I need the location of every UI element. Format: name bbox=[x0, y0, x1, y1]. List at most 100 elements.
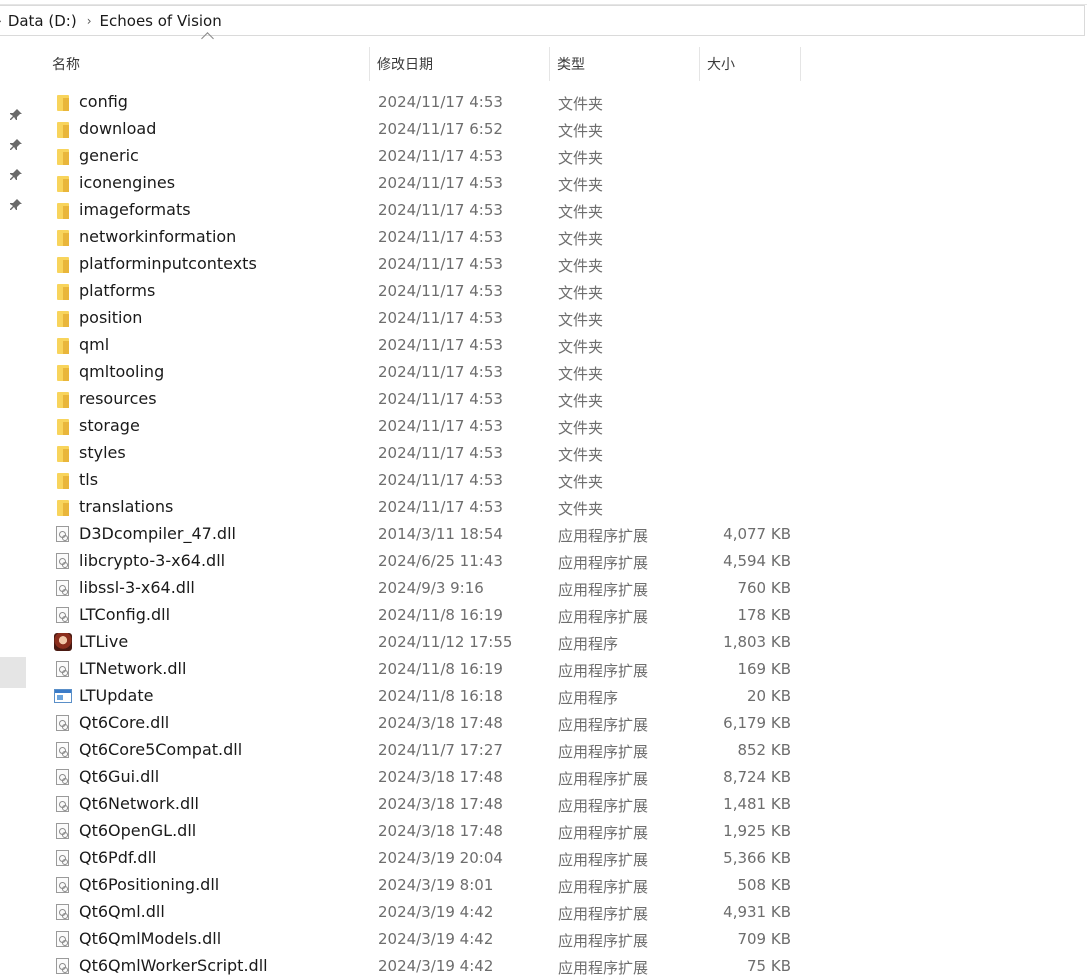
file-row[interactable]: networkinformation 2024/11/17 4:53 文件夹 bbox=[0, 224, 1087, 251]
file-row[interactable]: platforms 2024/11/17 4:53 文件夹 bbox=[0, 278, 1087, 305]
file-size: 8,724 KB bbox=[723, 768, 791, 786]
file-type: 文件夹 bbox=[558, 257, 604, 275]
chevron-right-icon[interactable]: › bbox=[77, 14, 100, 28]
column-header-type-label: 类型 bbox=[557, 57, 585, 73]
column-header-date[interactable]: 修改日期 bbox=[370, 47, 550, 81]
file-row[interactable]: Qt6Gui.dll 2024/3/18 17:48 应用程序扩展 8,724 KB bbox=[0, 764, 1087, 791]
file-row[interactable]: Qt6QmlWorkerScript.dll 2024/3/19 4:42 应用程序… bbox=[0, 953, 1087, 980]
file-row[interactable]: libcrypto-3-x64.dll 2024/6/25 11:43 应用程序扩展… bbox=[0, 548, 1087, 575]
file-row[interactable]: translations 2024/11/17 4:53 文件夹 bbox=[0, 494, 1087, 521]
file-name: platforminputcontexts bbox=[79, 254, 257, 273]
address-bar-breadcrumb[interactable]: › Data (D:) › Echoes of Vision bbox=[0, 5, 1085, 36]
file-type: 应用程序扩展 bbox=[558, 554, 649, 572]
file-name: Qt6Positioning.dll bbox=[79, 875, 220, 894]
file-date: 2024/11/17 4:53 bbox=[378, 174, 503, 192]
file-row[interactable]: Qt6Network.dll 2024/3/18 17:48 应用程序扩展 1,481… bbox=[0, 791, 1087, 818]
file-row[interactable]: LTLive 2024/11/12 17:55 应用程序 1,803 KB bbox=[0, 629, 1087, 656]
file-type: 文件夹 bbox=[558, 284, 604, 302]
file-type: 文件夹 bbox=[558, 95, 604, 113]
file-type: 应用程序扩展 bbox=[558, 878, 649, 896]
folder-icon bbox=[54, 283, 72, 300]
app-window-icon bbox=[54, 688, 72, 705]
dll-file-icon bbox=[54, 823, 72, 840]
dll-file-icon bbox=[54, 931, 72, 948]
file-row[interactable]: generic 2024/11/17 4:53 文件夹 bbox=[0, 143, 1087, 170]
file-size: 1,803 KB bbox=[723, 633, 791, 651]
file-row[interactable]: Qt6Pdf.dll 2024/3/19 20:04 应用程序扩展 5,366 KB bbox=[0, 845, 1087, 872]
file-row[interactable]: Qt6OpenGL.dll 2024/3/18 17:48 应用程序扩展 1,925 … bbox=[0, 818, 1087, 845]
file-name: LTLive bbox=[79, 632, 129, 651]
dll-file-icon bbox=[54, 526, 72, 543]
file-row[interactable]: imageformats 2024/11/17 4:53 文件夹 bbox=[0, 197, 1087, 224]
dll-file-icon bbox=[54, 553, 72, 570]
chevron-right-icon[interactable]: › bbox=[0, 14, 8, 28]
file-size: 4,594 KB bbox=[723, 552, 791, 570]
file-size: 75 KB bbox=[747, 957, 791, 975]
file-type: 应用程序扩展 bbox=[558, 797, 649, 815]
file-row[interactable]: platforminputcontexts 2024/11/17 4:53 文件夹 bbox=[0, 251, 1087, 278]
file-date: 2024/11/8 16:19 bbox=[378, 606, 503, 624]
file-type: 文件夹 bbox=[558, 419, 604, 437]
file-row[interactable]: Qt6QmlModels.dll 2024/3/19 4:42 应用程序扩展 709 … bbox=[0, 926, 1087, 953]
file-date: 2024/11/17 4:53 bbox=[378, 282, 503, 300]
file-name: config bbox=[79, 92, 128, 111]
file-name: generic bbox=[79, 146, 139, 165]
file-date: 2024/11/17 4:53 bbox=[378, 147, 503, 165]
column-header-size[interactable]: 大小 bbox=[700, 47, 801, 81]
file-row[interactable]: Qt6Positioning.dll 2024/3/19 8:01 应用程序扩展 50… bbox=[0, 872, 1087, 899]
column-header-name-label: 名称 bbox=[52, 57, 80, 73]
breadcrumb-drive[interactable]: Data (D:) bbox=[8, 12, 77, 30]
file-type: 文件夹 bbox=[558, 500, 604, 518]
file-row[interactable]: styles 2024/11/17 4:53 文件夹 bbox=[0, 440, 1087, 467]
folder-icon bbox=[54, 337, 72, 354]
breadcrumb-folder[interactable]: Echoes of Vision bbox=[100, 12, 222, 30]
file-date: 2024/11/17 4:53 bbox=[378, 444, 503, 462]
file-row[interactable]: LTUpdate 2024/11/8 16:18 应用程序 20 KB bbox=[0, 683, 1087, 710]
file-date: 2024/3/19 4:42 bbox=[378, 903, 494, 921]
file-size: 4,931 KB bbox=[723, 903, 791, 921]
file-name: iconengines bbox=[79, 173, 176, 192]
file-date: 2024/3/18 17:48 bbox=[378, 822, 503, 840]
file-row[interactable]: iconengines 2024/11/17 4:53 文件夹 bbox=[0, 170, 1087, 197]
file-type: 应用程序扩展 bbox=[558, 770, 649, 788]
folder-icon bbox=[54, 499, 72, 516]
file-row[interactable]: download 2024/11/17 6:52 文件夹 bbox=[0, 116, 1087, 143]
file-date: 2024/11/17 4:53 bbox=[378, 228, 503, 246]
file-date: 2024/11/17 4:53 bbox=[378, 498, 503, 516]
file-date: 2014/3/11 18:54 bbox=[378, 525, 503, 543]
file-date: 2024/11/17 4:53 bbox=[378, 336, 503, 354]
file-row[interactable]: Qt6Core.dll 2024/3/18 17:48 应用程序扩展 6,179 KB bbox=[0, 710, 1087, 737]
file-row[interactable]: Qt6Qml.dll 2024/3/19 4:42 应用程序扩展 4,931 KB bbox=[0, 899, 1087, 926]
file-date: 2024/11/17 4:53 bbox=[378, 363, 503, 381]
file-row[interactable]: storage 2024/11/17 4:53 文件夹 bbox=[0, 413, 1087, 440]
file-type: 应用程序 bbox=[558, 635, 619, 653]
file-row[interactable]: position 2024/11/17 4:53 文件夹 bbox=[0, 305, 1087, 332]
file-type: 应用程序扩展 bbox=[558, 824, 649, 842]
dll-file-icon bbox=[54, 769, 72, 786]
file-row[interactable]: tls 2024/11/17 4:53 文件夹 bbox=[0, 467, 1087, 494]
file-name: networkinformation bbox=[79, 227, 237, 246]
file-name: imageformats bbox=[79, 200, 191, 219]
file-row[interactable]: Qt6Core5Compat.dll 2024/11/7 17:27 应用程序扩展 8… bbox=[0, 737, 1087, 764]
file-name: Qt6Core5Compat.dll bbox=[79, 740, 243, 759]
file-name: storage bbox=[79, 416, 140, 435]
file-date: 2024/11/12 17:55 bbox=[378, 633, 513, 651]
dll-file-icon bbox=[54, 742, 72, 759]
file-row[interactable]: D3Dcompiler_47.dll 2014/3/11 18:54 应用程序扩展 4… bbox=[0, 521, 1087, 548]
file-type: 应用程序扩展 bbox=[558, 905, 649, 923]
file-row[interactable]: qml 2024/11/17 4:53 文件夹 bbox=[0, 332, 1087, 359]
dll-file-icon bbox=[54, 904, 72, 921]
file-date: 2024/11/17 4:53 bbox=[378, 417, 503, 435]
file-row[interactable]: resources 2024/11/17 4:53 文件夹 bbox=[0, 386, 1087, 413]
file-row[interactable]: config 2024/11/17 4:53 文件夹 bbox=[0, 89, 1087, 116]
file-row[interactable]: LTConfig.dll 2024/11/8 16:19 应用程序扩展 178 KB bbox=[0, 602, 1087, 629]
folder-icon bbox=[54, 175, 72, 192]
dll-file-icon bbox=[54, 607, 72, 624]
file-size: 508 KB bbox=[737, 876, 791, 894]
file-row[interactable]: libssl-3-x64.dll 2024/9/3 9:16 应用程序扩展 760 K… bbox=[0, 575, 1087, 602]
column-header-type[interactable]: 类型 bbox=[550, 47, 700, 81]
file-row[interactable]: LTNetwork.dll 2024/11/8 16:19 应用程序扩展 169 KB bbox=[0, 656, 1087, 683]
file-row[interactable]: qmltooling 2024/11/17 4:53 文件夹 bbox=[0, 359, 1087, 386]
column-header-name[interactable]: 名称 bbox=[45, 32, 370, 81]
file-name: Qt6QmlWorkerScript.dll bbox=[79, 956, 268, 975]
